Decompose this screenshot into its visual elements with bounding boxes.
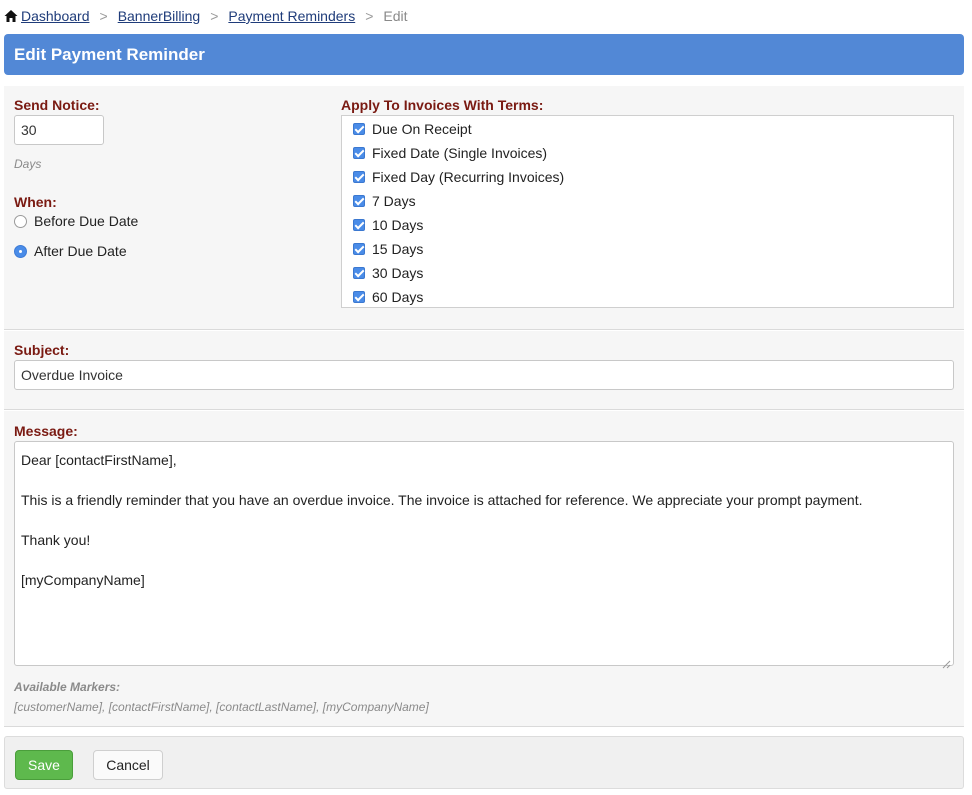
terms-label: Apply To Invoices With Terms: [341, 97, 544, 113]
term-checkbox-7-days[interactable]: 7 Days [353, 191, 416, 211]
message-panel: Message: Dear [contactFirstName], This i… [4, 411, 964, 726]
checkbox-checked[interactable] [353, 147, 365, 159]
checkbox-checked[interactable] [353, 291, 365, 303]
term-checkbox-10-days[interactable]: 10 Days [353, 215, 423, 235]
checkbox-checked[interactable] [353, 195, 365, 207]
checkbox-checked[interactable] [353, 243, 365, 255]
breadcrumb-current: Edit [383, 8, 408, 24]
message-textarea[interactable]: Dear [contactFirstName], This is a frien… [14, 441, 954, 669]
term-checkbox-fixed-date[interactable]: Fixed Date (Single Invoices) [353, 143, 547, 163]
term-checkbox-15-days[interactable]: 15 Days [353, 239, 423, 259]
term-label: Due On Receipt [372, 121, 472, 137]
term-checkbox-60-days[interactable]: 60 Days [353, 287, 423, 307]
message-line: [myCompanyName] [21, 572, 145, 588]
term-label: Fixed Day (Recurring Invoices) [372, 169, 565, 185]
term-checkbox-30-days[interactable]: 30 Days [353, 263, 423, 283]
breadcrumb-link-payment-reminders[interactable]: Payment Reminders [228, 8, 355, 24]
message-line: Dear [contactFirstName], [21, 452, 177, 468]
checkbox-checked[interactable] [353, 267, 365, 279]
radio-label: Before Due Date [34, 213, 139, 229]
breadcrumb-link-dashboard[interactable]: Dashboard [21, 8, 90, 24]
breadcrumb: Dashboard > BannerBilling > Payment Remi… [4, 6, 408, 26]
term-label: 60 Days [372, 289, 424, 305]
checkbox-checked[interactable] [353, 219, 365, 231]
send-notice-label: Send Notice: [14, 97, 100, 113]
term-label: 10 Days [372, 217, 424, 233]
breadcrumb-link-bannerbilling[interactable]: BannerBilling [118, 8, 201, 24]
message-line: This is a friendly reminder that you hav… [21, 492, 863, 508]
radio-label: After Due Date [34, 243, 127, 259]
breadcrumb-separator: > [210, 8, 219, 24]
terms-checkbox-list: Due On Receipt Fixed Date (Single Invoic… [341, 115, 954, 308]
send-notice-hint: Days [14, 157, 42, 171]
markers-label: Available Markers: [14, 680, 121, 694]
term-checkbox-fixed-day[interactable]: Fixed Day (Recurring Invoices) [353, 167, 564, 187]
save-button[interactable]: Save [15, 750, 73, 780]
when-label: When: [14, 194, 57, 210]
cancel-button[interactable]: Cancel [93, 750, 163, 780]
radio-after-due-date[interactable]: After Due Date [14, 241, 127, 261]
message-line: Thank you! [21, 532, 91, 548]
term-label: Fixed Date (Single Invoices) [372, 145, 548, 161]
term-label: 15 Days [372, 241, 424, 257]
radio-before-due-date[interactable]: Before Due Date [14, 211, 138, 231]
resize-grip-icon[interactable] [942, 654, 951, 669]
subject-label: Subject: [14, 342, 70, 358]
breadcrumb-separator: > [99, 8, 108, 24]
home-icon [4, 9, 18, 23]
subject-panel: Subject: [4, 331, 964, 409]
page-title: Edit Payment Reminder [4, 34, 964, 75]
checkbox-checked[interactable] [353, 123, 365, 135]
radio-button-selected[interactable] [14, 244, 27, 258]
term-label: 30 Days [372, 265, 424, 281]
markers-list: [customerName], [contactFirstName], [con… [14, 700, 429, 714]
section-divider [4, 329, 964, 330]
section-divider [4, 726, 964, 727]
message-label: Message: [14, 423, 78, 439]
subject-input[interactable] [14, 360, 954, 390]
term-label: 7 Days [372, 193, 416, 209]
term-checkbox-due-on-receipt[interactable]: Due On Receipt [353, 119, 472, 139]
section-divider [4, 409, 964, 410]
reminder-settings-panel: Send Notice: Days When: Before Due Date … [4, 86, 964, 329]
checkbox-checked[interactable] [353, 171, 365, 183]
send-notice-input[interactable] [14, 115, 104, 145]
breadcrumb-separator: > [365, 8, 374, 24]
radio-button[interactable] [14, 214, 27, 228]
form-actions: Save Cancel [4, 736, 964, 789]
